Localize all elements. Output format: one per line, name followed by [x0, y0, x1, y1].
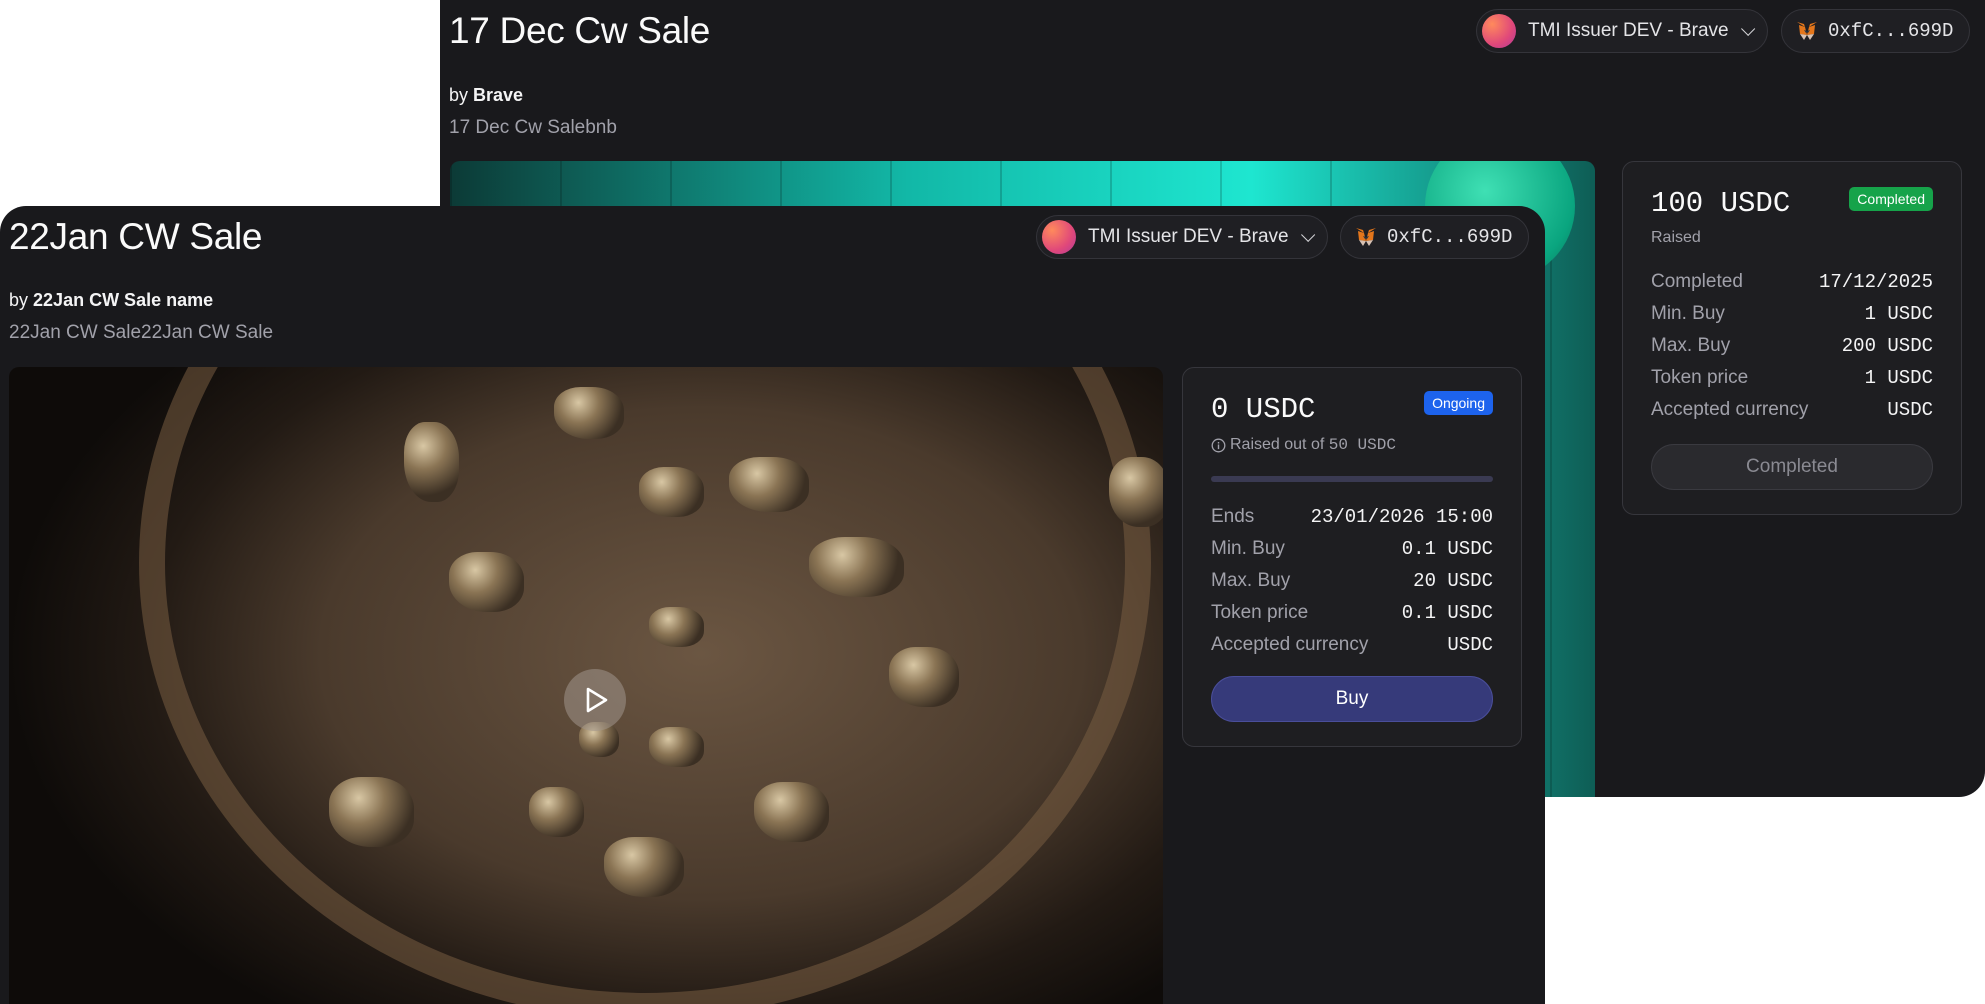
metamask-fox-icon: [1356, 228, 1376, 246]
buy-button[interactable]: Buy: [1211, 676, 1493, 722]
detail-value: 0.1 USDC: [1401, 538, 1493, 560]
page-title: 17 Dec Cw Sale: [449, 10, 711, 51]
detail-row: Min. Buy 0.1 USDC: [1211, 536, 1493, 562]
byline: by Brave: [449, 85, 523, 106]
wallet-address: 0xfC...699D: [1387, 226, 1513, 248]
info-icon: [1211, 438, 1226, 452]
account-label: TMI Issuer DEV - Brave: [1088, 226, 1289, 247]
sale-description: 17 Dec Cw Salebnb: [449, 117, 617, 138]
detail-key: Max. Buy: [1651, 335, 1731, 356]
detail-value: 20 USDC: [1413, 570, 1493, 592]
raised-label: Raised out of 50 USDC: [1211, 436, 1396, 454]
play-button[interactable]: [564, 669, 626, 731]
sale-summary-card: 100 USDC Completed Raised Completed 17/1…: [1622, 161, 1962, 515]
detail-row: Min. Buy 1 USDC: [1651, 301, 1933, 327]
avatar: [1042, 220, 1076, 254]
wallet-button[interactable]: 0xfC...699D: [1340, 215, 1530, 259]
detail-row: Max. Buy 200 USDC: [1651, 333, 1933, 359]
detail-key: Accepted currency: [1651, 399, 1809, 420]
detail-key: Accepted currency: [1211, 634, 1369, 655]
sale-summary-card: 0 USDC Ongoing Raised out of 50 USDC End…: [1182, 367, 1522, 747]
avatar: [1482, 14, 1516, 48]
detail-row: Token price 0.1 USDC: [1211, 600, 1493, 626]
detail-key: Token price: [1651, 367, 1749, 388]
detail-key: Max. Buy: [1211, 570, 1291, 591]
detail-key: Min. Buy: [1651, 303, 1725, 324]
by-prefix: by: [9, 290, 29, 310]
chevron-down-icon: [1300, 227, 1315, 242]
detail-value: 1 USDC: [1864, 303, 1933, 325]
status-badge: Completed: [1849, 187, 1933, 211]
account-selector[interactable]: TMI Issuer DEV - Brave: [1476, 9, 1768, 53]
creator-name: Brave: [473, 85, 524, 105]
detail-key: Token price: [1211, 602, 1309, 623]
raised-prefix: Raised out of: [1230, 436, 1325, 453]
detail-key: Completed: [1651, 271, 1743, 292]
status-badge: Ongoing: [1424, 391, 1493, 415]
raised-amount: 100 USDC: [1651, 187, 1791, 220]
detail-row: Completed 17/12/2025: [1651, 269, 1933, 295]
detail-key: Min. Buy: [1211, 538, 1285, 559]
detail-value: USDC: [1887, 399, 1933, 421]
detail-row: Token price 1 USDC: [1651, 365, 1933, 391]
raised-label: Raised: [1651, 229, 1701, 246]
wallet-address: 0xfC...699D: [1828, 20, 1954, 42]
chevron-down-icon: [1740, 21, 1755, 36]
creator-name: 22Jan CW Sale name: [33, 290, 214, 310]
progress-bar: [1211, 476, 1493, 482]
detail-value: 0.1 USDC: [1401, 602, 1493, 624]
detail-value: 1 USDC: [1864, 367, 1933, 389]
by-prefix: by: [449, 85, 469, 105]
raised-amount: 0 USDC: [1211, 393, 1316, 426]
byline: by 22Jan CW Sale name: [9, 290, 213, 311]
sale-cover-video[interactable]: [9, 367, 1163, 1004]
detail-value: 200 USDC: [1841, 335, 1933, 357]
sale-window-22-jan: 22Jan CW Sale TMI Issuer DEV - Brave 0xf…: [0, 206, 1545, 1004]
sale-description: 22Jan CW Sale22Jan CW Sale: [9, 322, 274, 343]
detail-key: Ends: [1211, 506, 1255, 527]
detail-row: Accepted currency USDC: [1211, 632, 1493, 658]
account-selector[interactable]: TMI Issuer DEV - Brave: [1036, 215, 1328, 259]
detail-row: Max. Buy 20 USDC: [1211, 568, 1493, 594]
raised-target: 50 USDC: [1328, 436, 1396, 454]
completed-button[interactable]: Completed: [1651, 444, 1933, 490]
detail-row: Accepted currency USDC: [1651, 397, 1933, 423]
metamask-fox-icon: [1797, 22, 1817, 40]
detail-value: 23/01/2026 15:00: [1310, 506, 1493, 528]
detail-value: USDC: [1447, 634, 1493, 656]
page-title: 22Jan CW Sale: [9, 216, 263, 257]
wallet-button[interactable]: 0xfC...699D: [1781, 9, 1971, 53]
account-label: TMI Issuer DEV - Brave: [1528, 20, 1729, 41]
detail-value: 17/12/2025: [1818, 271, 1933, 293]
detail-row: Ends 23/01/2026 15:00: [1211, 504, 1493, 530]
play-icon: [586, 687, 608, 713]
